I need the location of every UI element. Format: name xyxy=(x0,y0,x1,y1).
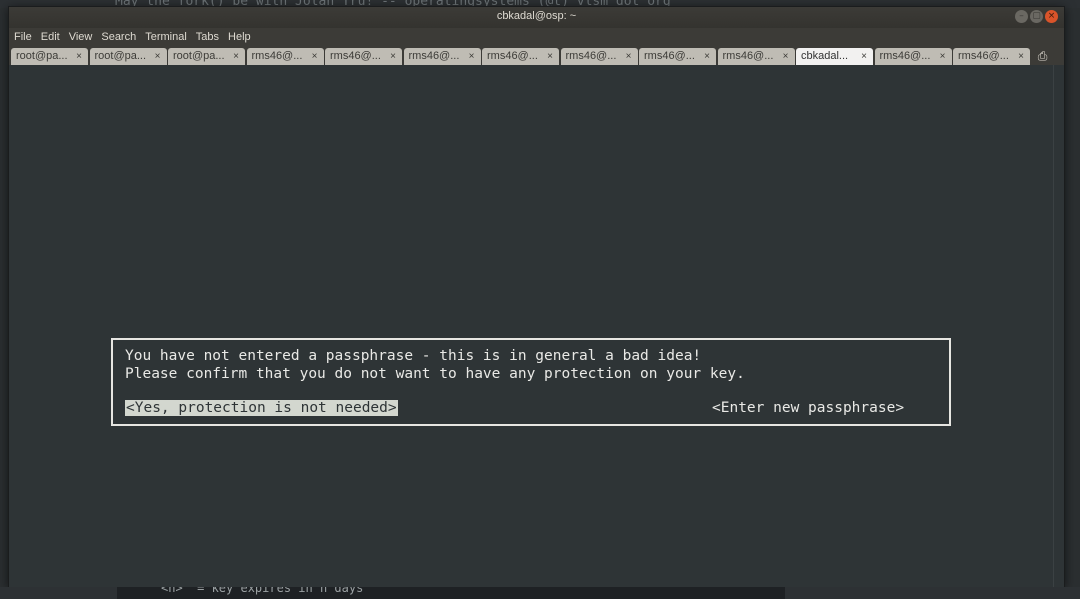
tab-label: root@pa... xyxy=(173,50,225,62)
tab-close-icon[interactable]: × xyxy=(312,48,318,65)
tab-close-icon[interactable]: × xyxy=(155,48,161,65)
menu-view[interactable]: View xyxy=(69,31,93,43)
tab-9[interactable]: rms46@... × xyxy=(717,48,795,65)
tab-label: rms46@... xyxy=(565,50,617,62)
tab-0[interactable]: root@pa... × xyxy=(11,48,88,65)
terminal-scrollbar[interactable] xyxy=(1053,65,1064,587)
tab-6[interactable]: rms46@... × xyxy=(482,48,559,65)
screen: May the fork() be with Jolan Tru! -- ope… xyxy=(0,0,1080,599)
tab-close-icon[interactable]: × xyxy=(940,48,946,65)
minimize-button[interactable]: – xyxy=(1015,10,1028,23)
tab-close-icon[interactable]: × xyxy=(704,48,710,65)
tab-close-icon[interactable]: × xyxy=(390,48,396,65)
tab-close-icon[interactable]: × xyxy=(547,48,553,65)
menu-terminal[interactable]: Terminal xyxy=(145,31,187,43)
menu-bar: File Edit View Search Terminal Tabs Help xyxy=(9,28,1064,46)
tab-label: cbkadal... xyxy=(801,50,849,62)
tab-label: rms46@... xyxy=(879,50,931,62)
tab-list-menu-icon[interactable]: ⎙ xyxy=(1032,48,1054,65)
tab-4[interactable]: rms46@... × xyxy=(325,48,402,65)
window-controls: – ▢ × xyxy=(1015,10,1058,23)
tab-close-icon[interactable]: × xyxy=(469,48,475,65)
window-title: cbkadal@osp: ~ xyxy=(496,10,577,22)
tab-label: rms46@... xyxy=(408,50,460,62)
tab-label: rms46@... xyxy=(487,50,538,62)
background-key-expiry-text: <n> = key expires in n days xyxy=(161,587,364,595)
tab-close-icon[interactable]: × xyxy=(233,48,239,65)
dialog-message-line-1: You have not entered a passphrase - this… xyxy=(125,348,702,364)
menu-help[interactable]: Help xyxy=(228,31,251,43)
background-terminal-bottom: <n> = key expires in n days xyxy=(0,587,1080,599)
tab-close-icon[interactable]: × xyxy=(1018,48,1024,65)
tab-label: rms46@... xyxy=(644,50,695,62)
maximize-button[interactable]: ▢ xyxy=(1030,10,1043,23)
tab-1[interactable]: root@pa... × xyxy=(89,48,167,65)
tab-bar: root@pa... × root@pa... × root@pa... × rms46@.… xyxy=(9,46,1064,65)
tab-close-icon[interactable]: × xyxy=(861,48,867,65)
dialog-message-line-2: Please confirm that you do not want to h… xyxy=(125,366,745,382)
tab-7[interactable]: rms46@... × xyxy=(560,48,638,65)
tab-3[interactable]: rms46@... × xyxy=(246,48,324,65)
menu-edit[interactable]: Edit xyxy=(41,31,60,43)
menu-search[interactable]: Search xyxy=(101,31,136,43)
menu-tabs[interactable]: Tabs xyxy=(196,31,219,43)
tab-10[interactable]: cbkadal... × xyxy=(796,48,873,65)
passphrase-confirm-dialog: You have not entered a passphrase - this… xyxy=(111,338,951,426)
tab-label: root@pa... xyxy=(16,50,68,62)
yes-no-protection-button[interactable]: <Yes, protection is not needed> xyxy=(125,400,398,416)
title-bar[interactable]: cbkadal@osp: ~ – ▢ × xyxy=(9,7,1064,28)
tab-label: root@pa... xyxy=(94,50,147,62)
tab-label: rms46@... xyxy=(722,50,774,62)
close-button[interactable]: × xyxy=(1045,10,1058,23)
menu-file[interactable]: File xyxy=(14,31,32,43)
enter-new-passphrase-button[interactable]: <Enter new passphrase> xyxy=(711,400,905,416)
tab-11[interactable]: rms46@... × xyxy=(874,48,952,65)
tab-5[interactable]: rms46@... × xyxy=(403,48,481,65)
tab-8[interactable]: rms46@... × xyxy=(639,48,716,65)
tab-12[interactable]: rms46@... × xyxy=(953,48,1030,65)
terminal-window: cbkadal@osp: ~ – ▢ × File Edit View Sear… xyxy=(8,6,1065,587)
terminal-area[interactable]: You have not entered a passphrase - this… xyxy=(9,65,1054,587)
tab-2[interactable]: root@pa... × xyxy=(168,48,245,65)
tab-label: rms46@... xyxy=(958,50,1009,62)
tab-close-icon[interactable]: × xyxy=(783,48,789,65)
tab-close-icon[interactable]: × xyxy=(626,48,632,65)
tab-label: rms46@... xyxy=(330,50,381,62)
tab-close-icon[interactable]: × xyxy=(76,48,82,65)
tab-label: rms46@... xyxy=(251,50,303,62)
